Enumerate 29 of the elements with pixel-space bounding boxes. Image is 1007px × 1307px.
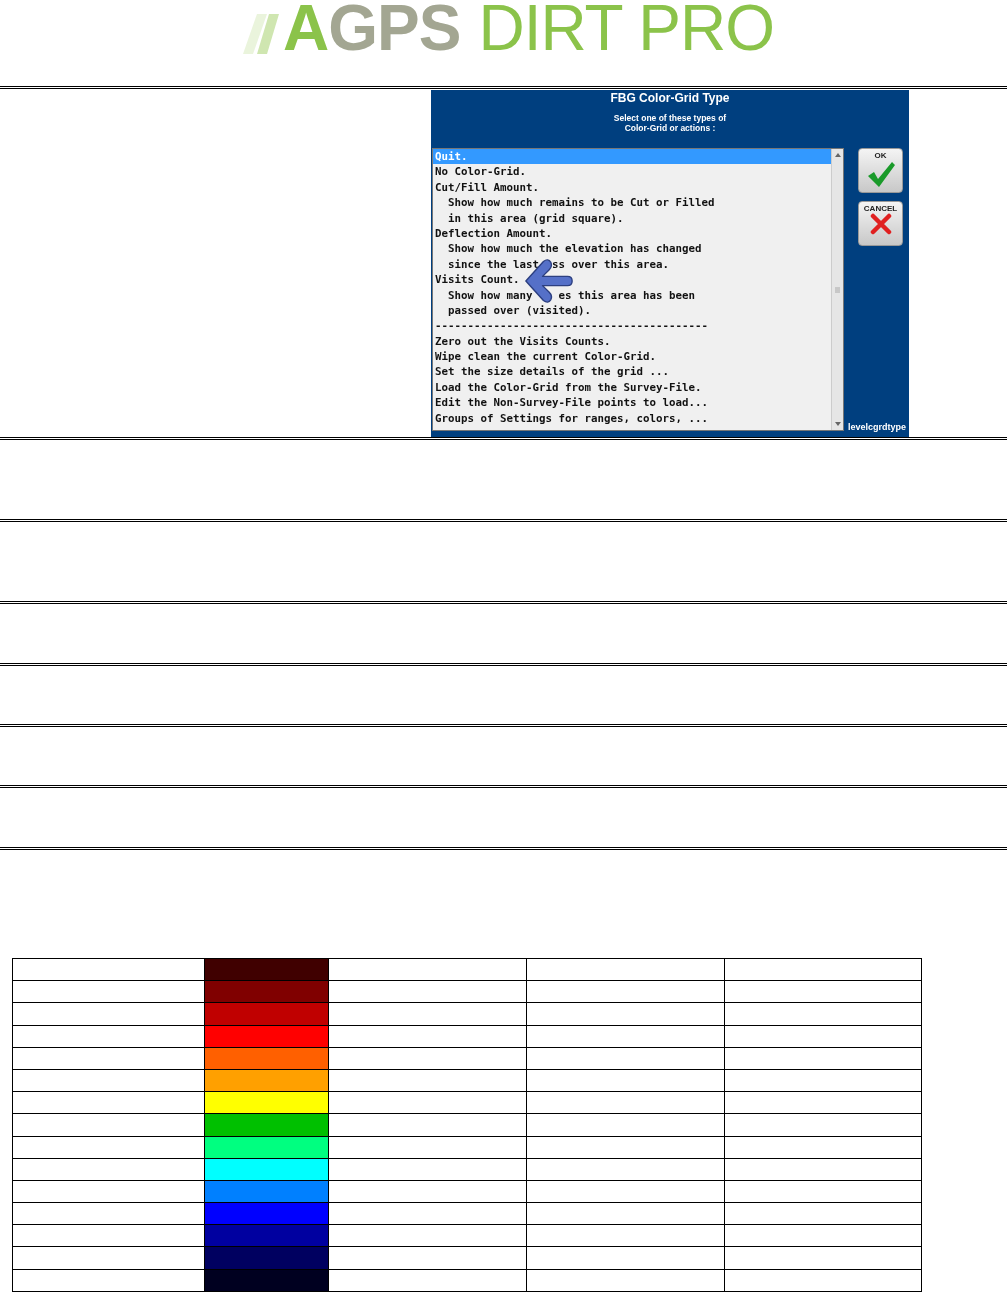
- dialog-title: FBG Color-Grid Type: [610, 91, 730, 105]
- cancel-button[interactable]: CANCEL: [858, 201, 903, 246]
- scroll-down-icon[interactable]: [834, 422, 841, 427]
- list-item[interactable]: Load the Color-Grid from the Survey-File.: [433, 379, 831, 396]
- list-item[interactable]: No Color-Grid.: [433, 164, 831, 180]
- list-item[interactable]: Show how much the elevation has changed: [433, 241, 831, 257]
- list-item[interactable]: Groups of Settings for ranges, colors, ...: [433, 410, 831, 427]
- dialog-subtitle: Select one of these types of Color-Grid or actions :: [613, 113, 727, 133]
- scrollbar[interactable]: [831, 149, 843, 430]
- list-item[interactable]: Set the size details of the grid ...: [433, 364, 831, 380]
- list-item[interactable]: in this area (grid square).: [433, 210, 831, 226]
- list-item[interactable]: passed over (visited).: [433, 302, 831, 319]
- list-item[interactable]: since the last ss over this area.: [433, 256, 831, 273]
- close-icon: [869, 213, 892, 235]
- list-item[interactable]: Show how many es this area has been: [433, 287, 831, 303]
- list-item[interactable]: Visits Count.: [433, 272, 831, 288]
- list-item[interactable]: Deflection Amount.: [433, 225, 831, 242]
- scroll-up-icon[interactable]: [834, 152, 841, 157]
- list-item[interactable]: Wipe clean the current Color-Grid.: [433, 349, 831, 365]
- ok-button[interactable]: OK: [858, 148, 903, 193]
- list-item[interactable]: Edit the Non-Survey-File points to load...: [433, 395, 831, 411]
- stripes-icon: [243, 14, 280, 54]
- list-item[interactable]: Show how much remains to be Cut or Filled: [433, 195, 831, 211]
- logo: AGPS DIRT PRO: [283, 0, 774, 62]
- dashed-separator: ------------------------------------------: [434, 318, 709, 334]
- dialog-name: levelcgrdtype: [847, 422, 906, 432]
- list-item[interactable]: Cut/Fill Amount.: [433, 179, 831, 196]
- grip-icon[interactable]: [835, 286, 840, 293]
- list-item[interactable]: Zero out the Visits Counts.: [433, 333, 831, 350]
